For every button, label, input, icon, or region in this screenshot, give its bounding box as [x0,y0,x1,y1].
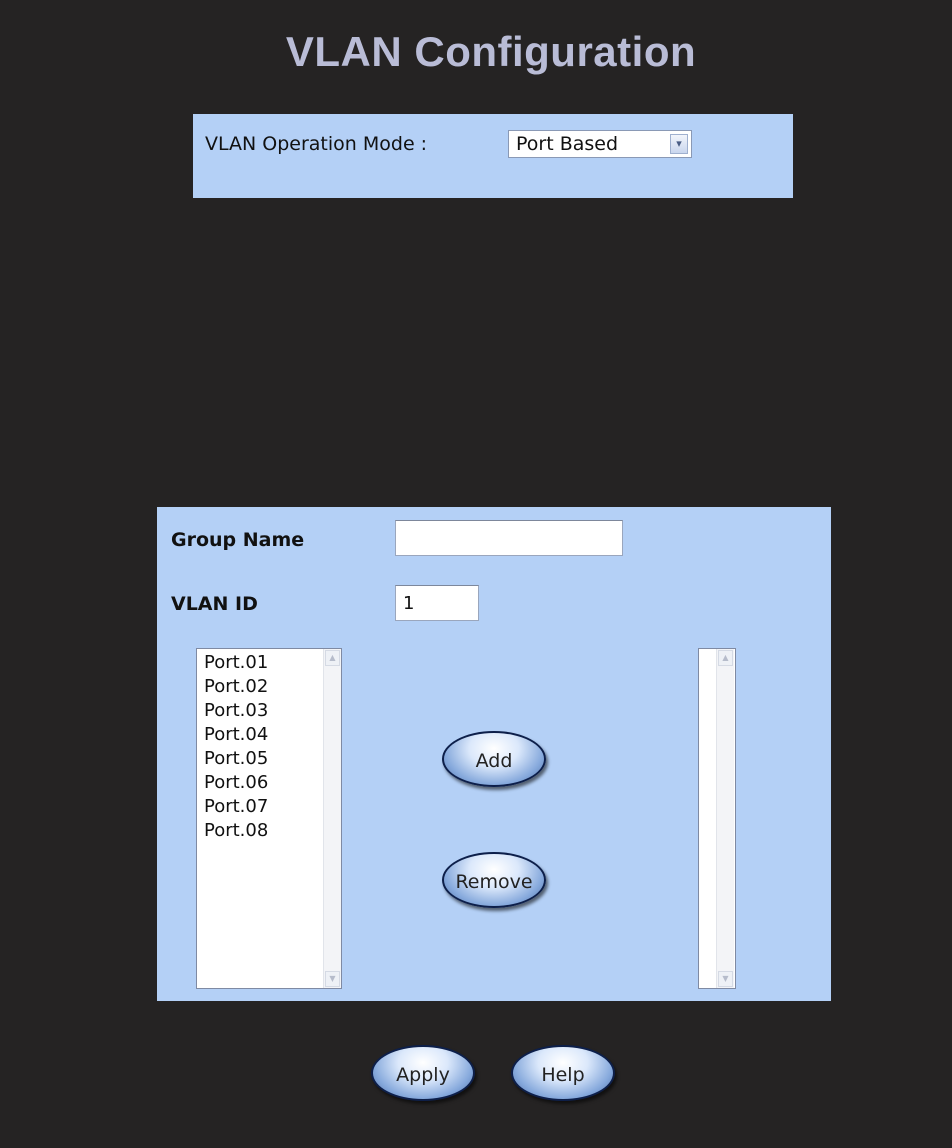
vlan-id-input[interactable] [395,585,479,621]
scroll-up-icon[interactable]: ▲ [718,650,733,666]
member-ports-list[interactable]: ▲ ▼ [698,648,736,989]
available-ports-list[interactable]: Port.01 Port.02 Port.03 Port.04 Port.05 Port.… [196,648,342,989]
help-button[interactable]: Help [511,1045,615,1101]
add-button[interactable]: Add [442,731,546,787]
vlan-id-label: VLAN ID [171,593,258,615]
port-list-item[interactable]: Port.05 [204,747,268,771]
port-list-item[interactable]: Port.08 [204,819,268,843]
port-list-item[interactable]: Port.07 [204,795,268,819]
vlan-mode-panel: VLAN Operation Mode : Port Based ▾ [193,114,793,198]
page-title: VLAN Configuration [285,28,697,75]
vlan-mode-label: VLAN Operation Mode : [205,133,428,155]
port-list-item[interactable]: Port.06 [204,771,268,795]
group-name-label: Group Name [171,529,305,551]
scroll-down-icon[interactable]: ▼ [325,971,340,987]
vlan-group-panel: Group Name VLAN ID Port.01Port.02Port.03… [157,507,831,1001]
vlan-mode-selected-value: Port Based [516,133,619,155]
member-ports-scrollbar[interactable]: ▲ ▼ [716,649,734,988]
remove-button[interactable]: Remove [442,852,546,908]
scroll-up-icon[interactable]: ▲ [325,650,340,666]
port-list-items: Port.01 Port.02 Port.03 Port.04 Port.05 Port.… [204,651,268,843]
port-list-item[interactable]: Port.02 [204,675,268,699]
apply-button[interactable]: Apply [371,1045,475,1101]
available-ports-scrollbar[interactable]: ▲ ▼ [323,649,341,988]
port-list-item[interactable]: Port.04 [204,723,268,747]
group-name-input[interactable] [395,520,623,556]
port-list-item[interactable]: Port.03 [204,699,268,723]
scroll-down-icon[interactable]: ▼ [718,971,733,987]
chevron-down-icon[interactable]: ▾ [670,134,688,154]
port-list-item[interactable]: Port.01 [204,651,268,675]
vlan-mode-select[interactable]: Port Based ▾ [508,130,692,158]
